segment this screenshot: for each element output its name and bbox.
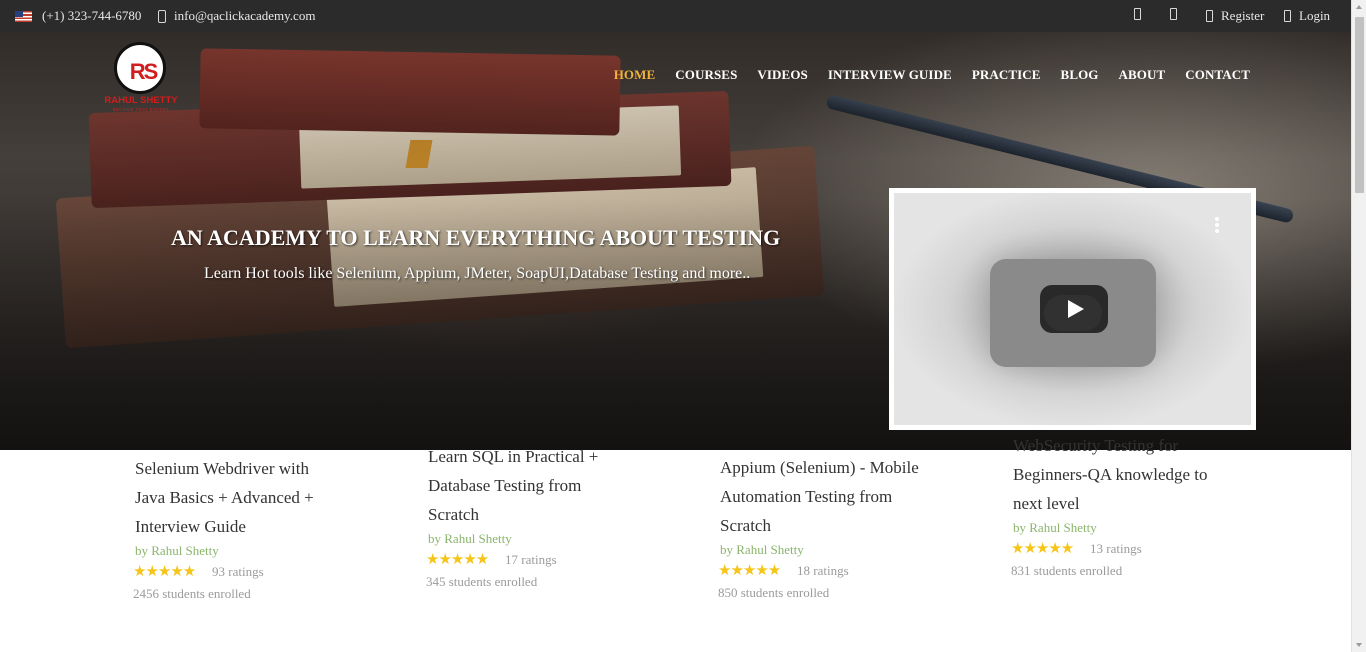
login-icon — [1284, 10, 1291, 22]
nav-home[interactable]: HOME — [614, 67, 656, 83]
login-link[interactable]: Login — [1284, 8, 1330, 24]
students-enrolled: 2456 students enrolled — [133, 586, 251, 601]
login-label[interactable]: Login — [1299, 8, 1330, 24]
play-icon[interactable] — [1040, 285, 1108, 333]
more-options-icon[interactable] — [1215, 217, 1219, 233]
social-link-2[interactable] — [1170, 8, 1177, 20]
social-icon[interactable] — [1170, 8, 1177, 20]
students-enrolled: 850 students enrolled — [718, 585, 830, 600]
course-card[interactable]: Appium (Selenium) - Mobile Automation Te… — [718, 453, 970, 601]
course-rating: ★★★★★ 18 ratings — [718, 561, 970, 580]
social-link-1[interactable] — [1134, 8, 1141, 20]
course-rating: ★★★★★ 93 ratings — [133, 562, 385, 581]
email-contact[interactable]: info@qaclickacademy.com — [158, 8, 315, 24]
course-title[interactable]: Learn SQL in Practical + Database Testin… — [428, 442, 678, 529]
nav-contact[interactable]: CONTACT — [1185, 67, 1250, 83]
phone-contact: (+1) 323-744-6780 — [15, 8, 141, 24]
logo-name: RAHUL SHETTY — [104, 95, 178, 106]
top-bar: (+1) 323-744-6780 info@qaclickacademy.co… — [0, 0, 1351, 32]
course-title[interactable]: Appium (Selenium) - Mobile Automation Te… — [720, 453, 970, 540]
nav-about[interactable]: ABOUT — [1119, 67, 1166, 83]
scroll-up-icon[interactable] — [1356, 5, 1362, 9]
star-rating-icon: ★★★★★ — [133, 564, 196, 580]
scroll-down-icon[interactable] — [1356, 643, 1362, 647]
main-nav: HOME COURSES VIDEOS INTERVIEW GUIDE PRAC… — [614, 67, 1250, 83]
nav-courses[interactable]: COURSES — [675, 67, 737, 83]
course-author: by Rahul Shetty — [135, 543, 219, 558]
logo-tagline: BECOME TEST EXPERT — [112, 107, 170, 112]
course-card[interactable]: WebSecurity Testing for Beginners-QA kno… — [1011, 431, 1263, 579]
scrollbar-thumb[interactable] — [1355, 17, 1364, 193]
nav-interview-guide[interactable]: INTERVIEW GUIDE — [828, 67, 952, 83]
star-rating-icon: ★★★★★ — [1011, 541, 1074, 557]
phone-number: (+1) 323-744-6780 — [42, 8, 142, 23]
course-author: by Rahul Shetty — [720, 542, 804, 557]
mobile-icon — [158, 9, 166, 23]
students-enrolled: 345 students enrolled — [426, 574, 538, 589]
page-scrollbar[interactable] — [1351, 0, 1366, 652]
course-title[interactable]: Selenium Webdriver with Java Basics + Ad… — [135, 454, 385, 541]
hero-subtitle: Learn Hot tools like Selenium, Appium, J… — [204, 265, 751, 282]
star-rating-icon: ★★★★★ — [718, 563, 781, 579]
register-label[interactable]: Register — [1221, 8, 1264, 24]
ratings-count: 18 ratings — [797, 562, 849, 578]
register-icon — [1206, 10, 1213, 22]
email-address[interactable]: info@qaclickacademy.com — [174, 8, 315, 24]
hero-title: AN ACADEMY TO LEARN EVERYTHING ABOUT TES… — [171, 225, 781, 250]
ratings-count: 17 ratings — [505, 551, 557, 567]
ratings-count: 93 ratings — [212, 563, 264, 579]
students-enrolled: 831 students enrolled — [1011, 563, 1123, 578]
course-author: by Rahul Shetty — [1013, 520, 1097, 535]
ratings-count: 13 ratings — [1090, 540, 1142, 556]
nav-blog[interactable]: BLOG — [1061, 67, 1099, 83]
social-icon[interactable] — [1134, 8, 1141, 20]
course-title[interactable]: WebSecurity Testing for Beginners-QA kno… — [1013, 431, 1263, 518]
video-embed[interactable] — [889, 188, 1256, 430]
video-thumbnail[interactable] — [894, 193, 1251, 425]
logo-mark: RS — [129, 59, 159, 84]
course-card[interactable]: Learn SQL in Practical + Database Testin… — [426, 442, 678, 590]
course-author: by Rahul Shetty — [428, 531, 512, 546]
nav-practice[interactable]: PRACTICE — [972, 67, 1041, 83]
course-rating: ★★★★★ 17 ratings — [426, 550, 678, 569]
site-logo[interactable]: RS RAHUL SHETTY BECOME TEST EXPERT — [104, 40, 178, 114]
register-link[interactable]: Register — [1206, 8, 1264, 24]
course-rating: ★★★★★ 13 ratings — [1011, 539, 1263, 558]
nav-videos[interactable]: VIDEOS — [757, 67, 807, 83]
course-card[interactable]: Selenium Webdriver with Java Basics + Ad… — [133, 454, 385, 602]
star-rating-icon: ★★★★★ — [426, 552, 489, 568]
us-flag-icon — [15, 10, 32, 22]
